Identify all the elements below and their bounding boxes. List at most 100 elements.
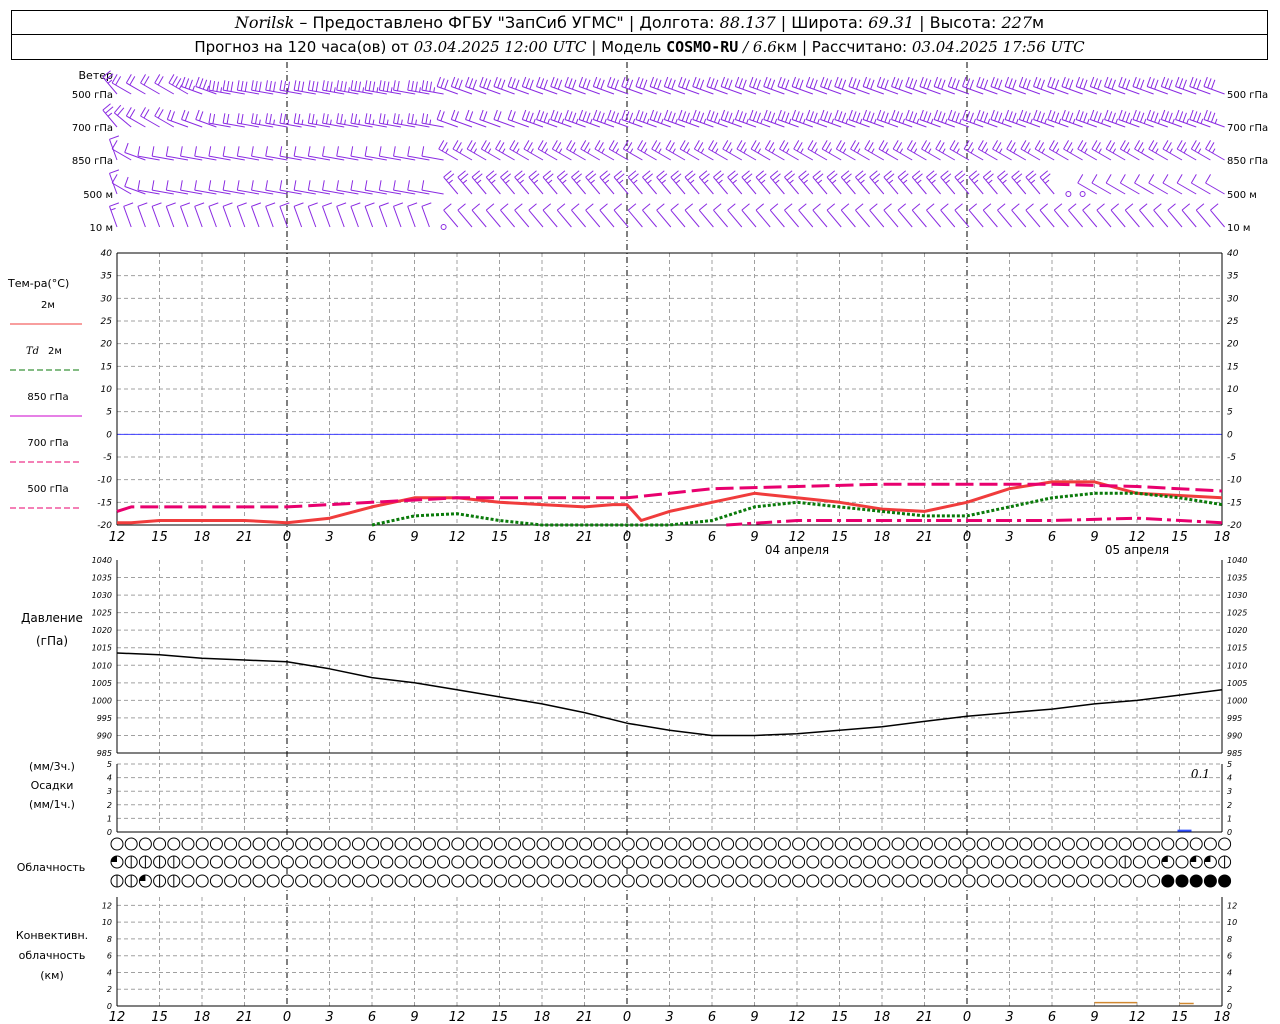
pressure-tick-label-right: 1020	[1227, 626, 1247, 635]
cloud-symbol	[522, 855, 536, 869]
pressure-tick-label-right: 1005	[1227, 679, 1247, 688]
wind-barb-feather	[1160, 76, 1166, 87]
wind-barb-feather	[1039, 170, 1049, 178]
wind-barb-feather	[180, 202, 191, 207]
wind-barb-feather	[795, 78, 800, 89]
wind-barb-feather	[550, 109, 555, 120]
wind-barb	[443, 209, 459, 228]
cloud-symbol	[564, 837, 578, 851]
wind-barb	[911, 176, 927, 195]
wind-barb-feather	[129, 76, 136, 86]
wind-barb-feather	[945, 179, 950, 184]
wind-barb-feather	[307, 80, 311, 91]
wind-barb-feather	[393, 80, 396, 91]
wind-barb-feather	[1040, 112, 1045, 123]
wind-barb-feather	[613, 170, 623, 178]
wind-barb-feather	[396, 113, 400, 124]
wind-barb-feather	[564, 109, 569, 120]
wind-barb-feather	[827, 112, 832, 123]
wind-barb-feather	[855, 112, 861, 123]
wind-barb-feather	[258, 119, 261, 125]
wind-barb-feather	[866, 111, 871, 122]
wind-barb-feather	[1016, 179, 1021, 184]
wind-barb-feather	[746, 179, 752, 184]
wind-barb-feather	[693, 140, 700, 150]
wind-barb-feather	[750, 140, 757, 150]
cloud-symbol	[337, 837, 351, 851]
wind-barb-feather	[1083, 112, 1088, 123]
wind-barb-feather	[557, 79, 563, 90]
x-tick-label: 0	[283, 530, 291, 545]
cloud-symbol	[1175, 837, 1189, 851]
wind-barb-feather	[696, 78, 701, 89]
wind-barb-feather	[955, 112, 960, 123]
wind-barb-feather	[1034, 140, 1041, 150]
wind-barb-feather	[670, 203, 679, 211]
cloud-symbol	[664, 874, 678, 888]
cloud-symbol	[309, 837, 323, 851]
wind-barb-feather	[273, 119, 275, 125]
wind-barb-feather	[760, 118, 763, 124]
x-tick-label-bottom: 3	[325, 1010, 333, 1024]
wind-barb-feather	[1033, 109, 1038, 120]
x-tick-label: 15	[1171, 530, 1188, 545]
wind-barb-feather	[755, 170, 765, 178]
conv-tick-label: 12	[102, 901, 112, 910]
wind-barb	[769, 209, 785, 228]
wind-barb-feather	[962, 109, 967, 120]
wind-barb-feather	[910, 142, 917, 152]
wind-barb-feather	[587, 148, 591, 154]
wind-barb-feather	[407, 202, 418, 207]
cloud-symbol	[777, 874, 791, 888]
wind-barb-feather	[681, 78, 687, 89]
temp-tick-label-right: 15	[1227, 362, 1239, 372]
wind-barb-feather	[111, 140, 118, 150]
wind-barb-feather	[315, 81, 319, 92]
wind-barb-feather	[805, 76, 811, 87]
x-tick-label-bottom: 6	[1048, 1010, 1056, 1024]
wind-barb-feather	[445, 148, 449, 154]
wind-calm-mark	[440, 224, 447, 230]
legend-label: 700 гПа	[27, 438, 68, 449]
wind-barb-feather	[828, 148, 833, 154]
wind-barb-feather	[368, 113, 372, 124]
wind-barb-feather	[536, 76, 541, 87]
wind-barb-feather	[826, 203, 836, 211]
wind-barb-feather	[1051, 111, 1056, 122]
wind-barb-feather	[293, 146, 297, 157]
wind-barb-feather	[630, 173, 639, 181]
temp-tick-label-right: 30	[1227, 294, 1239, 304]
wind-barb	[798, 209, 814, 228]
wind-barb-feather	[743, 148, 747, 154]
wind-barb-feather	[789, 179, 794, 184]
cloud-symbol	[650, 855, 664, 869]
wind-barb-feather	[1196, 79, 1202, 90]
wind-barb-feather	[208, 80, 212, 91]
wind-barb-feather	[951, 111, 956, 122]
cloud-symbol	[706, 837, 720, 851]
wind-barb-feather	[1203, 109, 1208, 120]
wind-barb-feather	[873, 118, 877, 124]
cloud-symbol	[295, 855, 309, 869]
wind-barb	[1011, 209, 1027, 228]
wind-barb-feather	[445, 173, 455, 181]
wind-barb-feather	[698, 203, 708, 211]
wind-barb-feather	[899, 148, 904, 154]
wind-barb-feather	[779, 140, 785, 150]
pressure-tick-label-right: 995	[1227, 714, 1242, 723]
wind-barb-feather	[848, 76, 853, 87]
wind-barb-feather	[1137, 142, 1144, 152]
cloud-symbol	[721, 874, 735, 888]
cloud-symbol	[422, 837, 436, 851]
wind-barb-feather	[857, 173, 867, 181]
precip-label: (мм/1ч.)	[29, 798, 75, 811]
legend-label: 2м	[41, 300, 55, 311]
wind-barb-feather	[898, 79, 903, 90]
x-tick-label: 0	[963, 530, 971, 545]
wind-barb-feather	[1112, 148, 1117, 154]
wind-barb	[124, 152, 146, 161]
wind-barb-feather	[471, 203, 481, 211]
x-tick-label-bottom: 21	[236, 1010, 253, 1024]
wind-barb-feather	[820, 109, 825, 120]
wind-barb-feather	[1039, 203, 1049, 211]
